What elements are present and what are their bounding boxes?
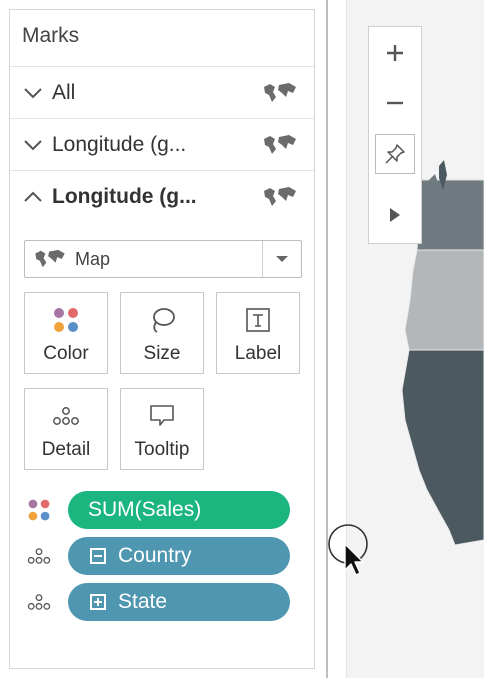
color-dots-icon xyxy=(54,308,78,332)
color-button[interactable]: Color xyxy=(24,292,108,374)
map-icon xyxy=(35,249,65,268)
pin-button[interactable] xyxy=(369,131,421,177)
chevron-up-icon xyxy=(24,191,42,202)
detail-dots-icon xyxy=(53,407,79,425)
chevron-down-icon xyxy=(24,87,42,98)
mark-type-label: Map xyxy=(75,248,111,269)
size-button[interactable]: Size xyxy=(120,292,204,374)
field-row-sales: SUM(Sales) xyxy=(24,490,306,530)
tooltip-button-label: Tooltip xyxy=(134,439,190,460)
zoom-in-button[interactable] xyxy=(369,35,421,71)
label-button[interactable]: Label xyxy=(216,292,300,374)
zoom-out-button[interactable] xyxy=(369,85,421,121)
marks-card-longitude-2[interactable]: Longitude (g... xyxy=(10,170,314,222)
map-icon xyxy=(264,186,296,206)
collapse-hierarchy-icon[interactable] xyxy=(90,548,106,564)
mouse-cursor-icon xyxy=(328,524,368,576)
label-button-label: Label xyxy=(234,343,282,364)
map-icon xyxy=(264,134,296,154)
pill-label: State xyxy=(118,590,168,613)
marks-card-label: All xyxy=(52,80,76,104)
country-pill[interactable]: Country xyxy=(68,537,290,575)
label-t-icon xyxy=(246,308,270,332)
map-icon xyxy=(264,82,296,102)
map-toolbar-expand-button[interactable] xyxy=(369,197,421,233)
plus-icon xyxy=(387,45,403,61)
map-controls xyxy=(368,26,422,244)
mark-type-dropdown[interactable]: Map xyxy=(24,240,302,278)
size-lasso-icon xyxy=(153,308,175,333)
caret-down-icon xyxy=(276,256,288,262)
detail-button-label: Detail xyxy=(41,439,91,460)
marks-panel-title: Marks xyxy=(22,24,80,47)
size-button-label: Size xyxy=(143,343,181,364)
sum-sales-pill[interactable]: SUM(Sales) xyxy=(68,491,290,529)
state-pill[interactable]: State xyxy=(68,583,290,621)
tooltip-icon xyxy=(150,405,174,426)
pill-label: Country xyxy=(118,544,192,567)
minus-icon xyxy=(387,101,403,105)
marks-card-label: Longitude (g... xyxy=(52,184,197,208)
tooltip-button[interactable]: Tooltip xyxy=(120,388,204,470)
pill-label: SUM(Sales) xyxy=(88,498,202,521)
color-button-label: Color xyxy=(43,343,89,364)
color-dots-icon xyxy=(28,499,50,521)
play-icon xyxy=(390,208,400,222)
marks-card-label: Longitude (g... xyxy=(52,132,187,156)
chevron-down-icon xyxy=(24,139,42,150)
field-row-country: Country xyxy=(24,536,306,576)
expand-hierarchy-icon[interactable] xyxy=(90,594,106,610)
field-row-state: State xyxy=(24,582,306,622)
pin-icon xyxy=(385,144,405,164)
marks-panel: Marks All Longitude (g... Longitude (g..… xyxy=(9,9,315,669)
detail-button[interactable]: Detail xyxy=(24,388,108,470)
detail-dots-icon xyxy=(27,548,51,564)
detail-dots-icon xyxy=(27,594,51,610)
marks-card-all[interactable]: All xyxy=(10,66,314,118)
marks-card-longitude-1[interactable]: Longitude (g... xyxy=(10,118,314,170)
mark-type-dropdown-button[interactable] xyxy=(262,241,301,277)
